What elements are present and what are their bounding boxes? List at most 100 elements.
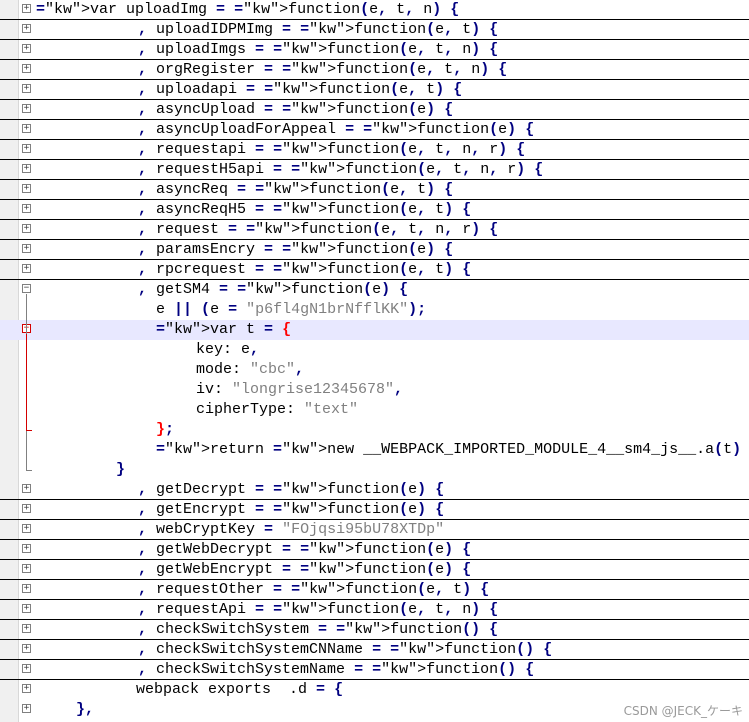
fold-expand-icon[interactable]: + bbox=[22, 604, 31, 613]
fold-expand-icon[interactable]: + bbox=[22, 24, 31, 33]
code-line[interactable]: + , asyncUploadForAppeal = ="kw">function… bbox=[0, 120, 749, 140]
code-text: , getWebEncrypt = ="kw">function(e) { bbox=[138, 561, 472, 578]
code-line[interactable]: + , request = ="kw">function(e, t, n, r) … bbox=[0, 220, 749, 240]
code-text: ="kw">var t = { bbox=[156, 321, 292, 338]
code-line[interactable]: −="kw">var t = { bbox=[0, 320, 749, 340]
code-line[interactable]: + , uploadImgs = ="kw">function(e, t, n) … bbox=[0, 40, 749, 60]
code-line[interactable]: + , rpcrequest = ="kw">function(e, t) { bbox=[0, 260, 749, 280]
code-line[interactable]: + , getWebDecrypt = ="kw">function(e) { bbox=[0, 540, 749, 560]
code-text: , getSM4 = ="kw">function(e) { bbox=[138, 281, 409, 298]
fold-expand-icon[interactable]: + bbox=[22, 224, 31, 233]
code-line[interactable]: iv: "longrise12345678", bbox=[0, 380, 749, 400]
fold-expand-icon[interactable]: + bbox=[22, 184, 31, 193]
code-line[interactable]: + , uploadIDPMImg = ="kw">function(e, t) … bbox=[0, 20, 749, 40]
fold-expand-icon[interactable]: + bbox=[22, 204, 31, 213]
fold-expand-icon[interactable]: + bbox=[22, 564, 31, 573]
code-text: , requestOther = ="kw">function(e, t) { bbox=[138, 581, 490, 598]
fold-expand-icon[interactable]: + bbox=[22, 144, 31, 153]
code-text: , checkSwitchSystemCNName = ="kw">functi… bbox=[138, 641, 553, 658]
code-text: , uploadapi = ="kw">function(e, t) { bbox=[138, 81, 463, 98]
fold-expand-icon[interactable]: + bbox=[22, 584, 31, 593]
code-line[interactable]: + , requestapi = ="kw">function(e, t, n, … bbox=[0, 140, 749, 160]
code-line[interactable]: + , uploadapi = ="kw">function(e, t) { bbox=[0, 80, 749, 100]
code-text: , uploadImgs = ="kw">function(e, t, n) { bbox=[138, 41, 499, 58]
code-text: , asyncReqH5 = ="kw">function(e, t) { bbox=[138, 201, 472, 218]
code-text: , paramsEncry = ="kw">function(e) { bbox=[138, 241, 454, 258]
code-text: mode: "cbc", bbox=[196, 361, 305, 378]
code-text: , getEncrypt = ="kw">function(e) { bbox=[138, 501, 445, 518]
code-line[interactable]: + , getDecrypt = ="kw">function(e) { bbox=[0, 480, 749, 500]
fold-expand-icon[interactable]: + bbox=[22, 84, 31, 93]
watermark: CSDN @JECK_ケーキ bbox=[623, 704, 743, 718]
code-text: , webCryptKey = "FOjqsi95bU78XTDp" bbox=[138, 521, 445, 538]
code-line[interactable]: + , asyncReqH5 = ="kw">function(e, t) { bbox=[0, 200, 749, 220]
code-line[interactable]: + , webCryptKey = "FOjqsi95bU78XTDp" bbox=[0, 520, 749, 540]
fold-expand-icon[interactable]: + bbox=[22, 264, 31, 273]
code-line[interactable]: + , requestOther = ="kw">function(e, t) { bbox=[0, 580, 749, 600]
fold-expand-icon[interactable]: + bbox=[22, 244, 31, 253]
code-line[interactable]: + , requestH5api = ="kw">function(e, t, n… bbox=[0, 160, 749, 180]
code-line[interactable]: } bbox=[0, 460, 749, 480]
code-line[interactable]: + , paramsEncry = ="kw">function(e) { bbox=[0, 240, 749, 260]
fold-expand-icon[interactable]: + bbox=[22, 504, 31, 513]
code-text: e || (e = "p6fl4gN1brNfflKK"); bbox=[156, 301, 427, 318]
code-text: , orgRegister = ="kw">function(e, t, n) … bbox=[138, 61, 508, 78]
fold-expand-icon[interactable]: + bbox=[22, 124, 31, 133]
code-text: , getWebDecrypt = ="kw">function(e) { bbox=[138, 541, 472, 558]
code-line[interactable]: + , getWebEncrypt = ="kw">function(e) { bbox=[0, 560, 749, 580]
code-line[interactable]: e || (e = "p6fl4gN1brNfflKK"); bbox=[0, 300, 749, 320]
code-text: , asyncUploadForAppeal = ="kw">function(… bbox=[138, 121, 535, 138]
code-text: iv: "longrise12345678", bbox=[196, 381, 404, 398]
code-text: cipherType: "text" bbox=[196, 401, 359, 418]
code-text: , asyncReq = ="kw">function(e, t) { bbox=[138, 181, 454, 198]
fold-expand-icon[interactable]: + bbox=[22, 484, 31, 493]
fold-expand-icon[interactable]: + bbox=[22, 704, 31, 713]
code-text: , request = ="kw">function(e, t, n, r) { bbox=[138, 221, 499, 238]
fold-expand-icon[interactable]: + bbox=[22, 104, 31, 113]
code-line[interactable]: + , checkSwitchSystemName = ="kw">functio… bbox=[0, 660, 749, 680]
fold-expand-icon[interactable]: + bbox=[22, 644, 31, 653]
fold-expand-icon[interactable]: + bbox=[22, 684, 31, 693]
fold-end-marker bbox=[26, 470, 32, 471]
code-text: , requestH5api = ="kw">function(e, t, n,… bbox=[138, 161, 544, 178]
code-text: } bbox=[116, 461, 126, 478]
code-line[interactable]: + , getEncrypt = ="kw">function(e) { bbox=[0, 500, 749, 520]
code-text: , checkSwitchSystem = ="kw">function() { bbox=[138, 621, 499, 638]
fold-expand-icon[interactable]: + bbox=[22, 664, 31, 673]
code-text: , asyncUpload = ="kw">function(e) { bbox=[138, 101, 454, 118]
code-line[interactable]: − , getSM4 = ="kw">function(e) { bbox=[0, 280, 749, 300]
code-line[interactable]: }; bbox=[0, 420, 749, 440]
code-line[interactable]: + , asyncReq = ="kw">function(e, t) { bbox=[0, 180, 749, 200]
fold-guide bbox=[26, 334, 27, 430]
code-line[interactable]: + , orgRegister = ="kw">function(e, t, n)… bbox=[0, 60, 749, 80]
code-text: }, bbox=[76, 701, 95, 718]
code-line[interactable]: ="kw">return ="kw">new __WEBPACK_IMPORTE… bbox=[0, 440, 749, 460]
code-line[interactable]: mode: "cbc", bbox=[0, 360, 749, 380]
code-text: webpack exports .d = { bbox=[136, 681, 344, 698]
code-text: key: e, bbox=[196, 341, 260, 358]
code-line[interactable]: cipherType: "text" bbox=[0, 400, 749, 420]
fold-expand-icon[interactable]: + bbox=[22, 524, 31, 533]
code-line[interactable]: + , asyncUpload = ="kw">function(e) { bbox=[0, 100, 749, 120]
code-editor[interactable]: + ="kw">var uploadImg = ="kw">function(e,… bbox=[0, 0, 749, 722]
code-line[interactable]: + ="kw">var uploadImg = ="kw">function(e,… bbox=[0, 0, 749, 20]
code-text: , requestApi = ="kw">function(e, t, n) { bbox=[138, 601, 499, 618]
fold-expand-icon[interactable]: + bbox=[22, 544, 31, 553]
code-text: ="kw">var uploadImg = ="kw">function(e, … bbox=[36, 1, 460, 18]
code-line[interactable]: + , checkSwitchSystem = ="kw">function() … bbox=[0, 620, 749, 640]
code-text: }; bbox=[156, 421, 175, 438]
code-line[interactable]: + , checkSwitchSystemCNName = ="kw">funct… bbox=[0, 640, 749, 660]
fold-expand-icon[interactable]: + bbox=[22, 44, 31, 53]
code-text: , checkSwitchSystemName = ="kw">function… bbox=[138, 661, 535, 678]
code-text: , requestapi = ="kw">function(e, t, n, r… bbox=[138, 141, 526, 158]
fold-expand-icon[interactable]: + bbox=[22, 624, 31, 633]
fold-expand-icon[interactable]: + bbox=[22, 4, 31, 13]
code-text: , uploadIDPMImg = ="kw">function(e, t) { bbox=[138, 21, 499, 38]
code-line[interactable]: + webpack exports .d = { bbox=[0, 680, 749, 700]
fold-end-marker bbox=[26, 430, 32, 431]
fold-expand-icon[interactable]: + bbox=[22, 164, 31, 173]
fold-collapse-icon[interactable]: − bbox=[22, 284, 31, 293]
code-line[interactable]: + , requestApi = ="kw">function(e, t, n) … bbox=[0, 600, 749, 620]
fold-expand-icon[interactable]: + bbox=[22, 64, 31, 73]
code-line[interactable]: key: e, bbox=[0, 340, 749, 360]
